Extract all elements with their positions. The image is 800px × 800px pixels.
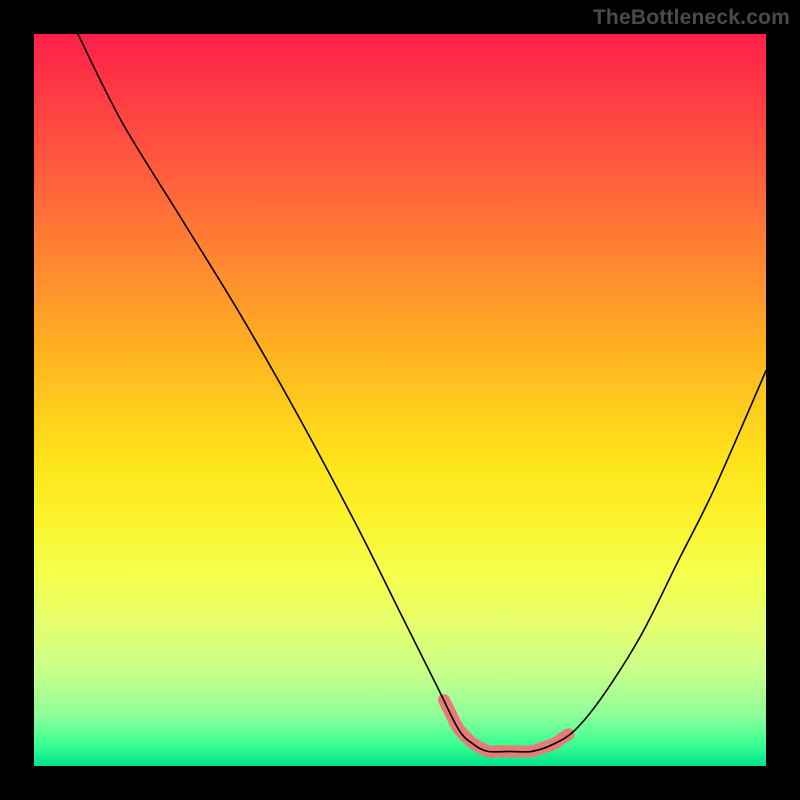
bottleneck-curve	[78, 34, 766, 752]
plot-area	[34, 34, 766, 766]
highlight-segment-flat	[471, 742, 541, 752]
curve-layer	[34, 34, 766, 766]
highlight-segment-left	[444, 700, 471, 742]
watermark-text: TheBottleneck.com	[593, 6, 790, 30]
highlight-segment-right	[541, 734, 568, 748]
chart-frame: TheBottleneck.com	[0, 0, 800, 800]
